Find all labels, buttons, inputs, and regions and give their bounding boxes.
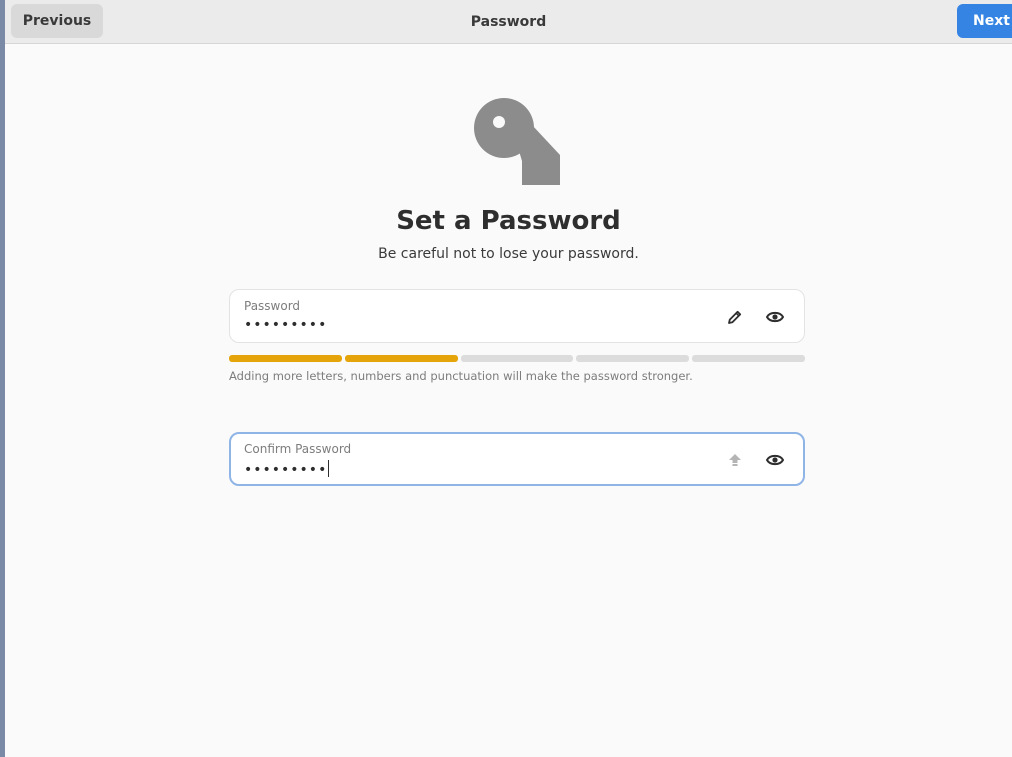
password-field[interactable]: Password •••••••••: [229, 289, 805, 343]
previous-button[interactable]: Previous: [11, 4, 103, 38]
text-cursor: [328, 460, 330, 477]
confirm-password-label: Confirm Password: [244, 442, 352, 456]
page-heading: Set a Password: [396, 206, 621, 236]
strength-segment: [692, 355, 805, 362]
header-bar: Previous Password Next: [5, 0, 1012, 44]
password-label: Password: [244, 299, 301, 313]
eye-icon[interactable]: [763, 305, 787, 329]
next-button[interactable]: Next: [957, 4, 1012, 38]
confirm-password-value: •••••••••: [244, 462, 328, 478]
pencil-icon[interactable]: [723, 305, 747, 329]
strength-segment: [460, 355, 574, 362]
strength-hint: Adding more letters, numbers and punctua…: [229, 369, 693, 383]
strength-segment: [576, 355, 690, 362]
key-icon: [474, 98, 560, 185]
setup-window: Previous Password Next Set a Password Be…: [5, 0, 1012, 757]
caps-lock-icon: [723, 448, 747, 472]
strength-segment: [229, 355, 342, 362]
confirm-password-field[interactable]: Confirm Password •••••••••: [229, 432, 805, 486]
strength-segment: [344, 355, 458, 362]
password-input[interactable]: •••••••••: [244, 317, 327, 333]
page-subtitle: Be careful not to lose your password.: [378, 246, 639, 262]
password-strength-bar: [229, 355, 805, 362]
eye-icon[interactable]: [763, 448, 787, 472]
confirm-password-input[interactable]: •••••••••: [244, 460, 330, 478]
window-title: Password: [470, 14, 547, 30]
